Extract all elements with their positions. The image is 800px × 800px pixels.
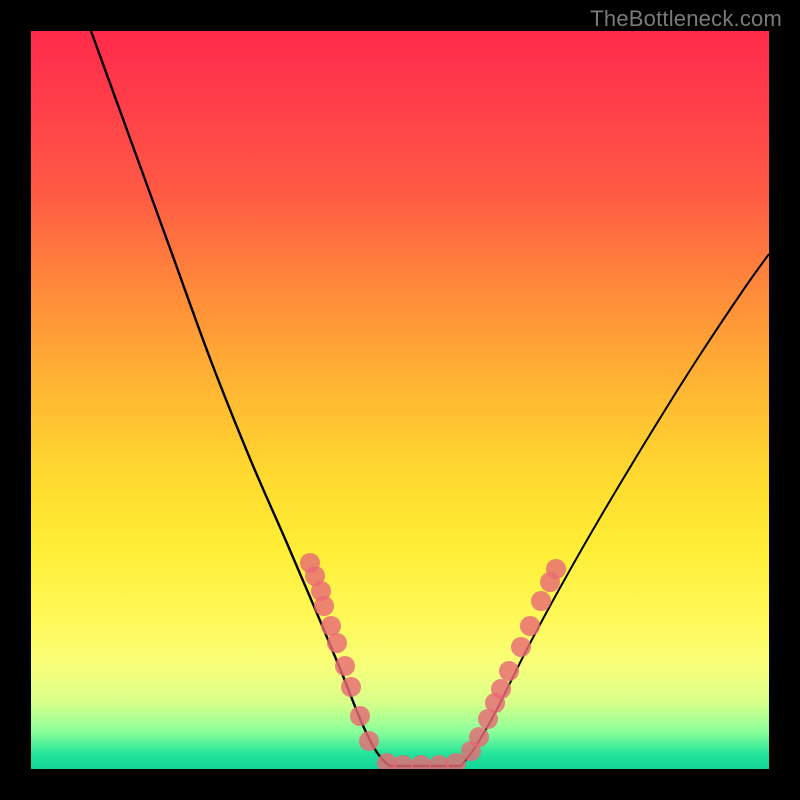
chart-frame: TheBottleneck.com <box>0 0 800 800</box>
scatter-group <box>300 553 566 769</box>
scatter-dot <box>314 596 334 616</box>
plot-area <box>31 31 769 769</box>
scatter-dot <box>359 731 379 751</box>
scatter-dot <box>511 637 531 657</box>
curve-left <box>91 31 389 766</box>
scatter-dot <box>411 755 431 769</box>
scatter-dot <box>546 559 566 579</box>
scatter-dot <box>469 727 489 747</box>
scatter-dot <box>520 616 540 636</box>
scatter-dot <box>350 706 370 726</box>
scatter-dot <box>327 633 347 653</box>
scatter-dot <box>341 677 361 697</box>
scatter-dot <box>335 656 355 676</box>
scatter-dot <box>531 591 551 611</box>
scatter-dot <box>321 616 341 636</box>
scatter-dot <box>499 661 519 681</box>
scatter-dot <box>491 679 511 699</box>
scatter-dot <box>393 755 413 769</box>
scatter-dot <box>429 755 449 769</box>
curve-layer <box>31 31 769 769</box>
watermark-text: TheBottleneck.com <box>590 6 782 32</box>
